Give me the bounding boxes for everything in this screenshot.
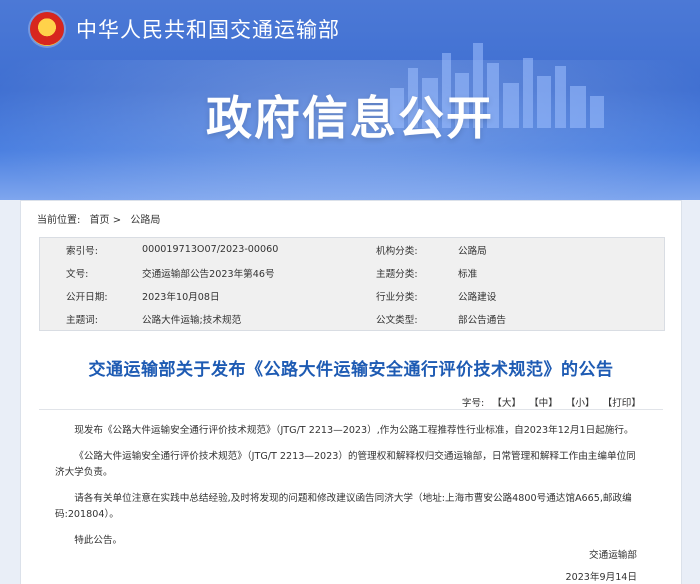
- article-date: 2023年9月14日: [565, 572, 637, 583]
- font-size-label: 字号:: [461, 398, 485, 409]
- meta-key: 索引号:: [66, 245, 99, 257]
- article-body: 现发布《公路大件运输安全通行评价技术规范》（JTG/T 2213—2023）,作…: [55, 423, 645, 559]
- meta-value: 部公告通告: [458, 314, 506, 326]
- article-signature: 交通运输部: [589, 550, 637, 561]
- ministry-name: 中华人民共和国交通运输部: [76, 18, 340, 42]
- breadcrumb-separator: >: [112, 215, 122, 226]
- article-paragraph: 请各有关单位注意在实践中总结经验,及时将发现的问题和修改建议函告同济大学（地址:…: [55, 493, 632, 520]
- article-paragraph: 特此公告。: [74, 535, 123, 546]
- article-paragraph: 现发布《公路大件运输安全通行评价技术规范》（JTG/T 2213—2023）,作…: [74, 425, 634, 436]
- meta-value: 公路建设: [458, 291, 497, 303]
- meta-key: 公开日期:: [66, 291, 108, 303]
- breadcrumb-label: 当前位置:: [37, 215, 81, 226]
- content-panel: 当前位置: 首页 > 公路局 索引号: 000019713O07/2023-00…: [20, 200, 682, 584]
- banner-title: 政府信息公开: [206, 91, 494, 145]
- meta-key: 主题分类:: [376, 268, 418, 280]
- meta-key: 公文类型:: [376, 314, 418, 326]
- breadcrumb-home-link[interactable]: 首页: [90, 215, 110, 226]
- header-banner: 中华人民共和国交通运输部 政府信息公开: [0, 0, 700, 200]
- font-size-small-button[interactable]: 【小】: [566, 395, 595, 409]
- font-size-large-button[interactable]: 【大】: [492, 395, 521, 409]
- meta-key: 行业分类:: [376, 291, 418, 303]
- breadcrumb: 当前位置: 首页 > 公路局: [37, 211, 160, 226]
- document-metadata-table: 索引号: 000019713O07/2023-00060 机构分类: 公路局 文…: [39, 237, 665, 331]
- meta-value: 2023年10月08日: [142, 291, 220, 303]
- meta-row: 索引号: 000019713O07/2023-00060 机构分类: 公路局: [40, 238, 664, 261]
- meta-key: 主题词:: [66, 314, 99, 326]
- font-size-medium-button[interactable]: 【中】: [529, 395, 558, 409]
- national-emblem-icon: [30, 12, 64, 46]
- meta-value: 公路大件运输;技术规范: [142, 314, 242, 326]
- meta-key: 文号:: [66, 268, 89, 280]
- font-size-controls: 字号: 【大】 【中】 【小】 【打印】: [462, 395, 641, 409]
- title-divider: [39, 409, 663, 410]
- article-title: 交通运输部关于发布《公路大件运输安全通行评价技术规范》的公告: [88, 360, 614, 380]
- meta-value: 000019713O07/2023-00060: [142, 244, 279, 255]
- meta-value: 标准: [458, 268, 478, 280]
- breadcrumb-current-link[interactable]: 公路局: [130, 215, 160, 226]
- ministry-logo-block[interactable]: 中华人民共和国交通运输部: [30, 12, 340, 46]
- print-button[interactable]: 【打印】: [603, 395, 641, 409]
- meta-row: 主题词: 公路大件运输;技术规范 公文类型: 部公告通告: [40, 307, 664, 330]
- meta-value: 交通运输部公告2023年第46号: [142, 268, 275, 280]
- meta-row: 文号: 交通运输部公告2023年第46号 主题分类: 标准: [40, 261, 664, 284]
- article-paragraph: 《公路大件运输安全通行评价技术规范》（JTG/T 2213—2023）的管理权和…: [55, 451, 636, 478]
- meta-key: 机构分类:: [376, 245, 418, 257]
- meta-value: 公路局: [458, 245, 487, 257]
- meta-row: 公开日期: 2023年10月08日 行业分类: 公路建设: [40, 284, 664, 307]
